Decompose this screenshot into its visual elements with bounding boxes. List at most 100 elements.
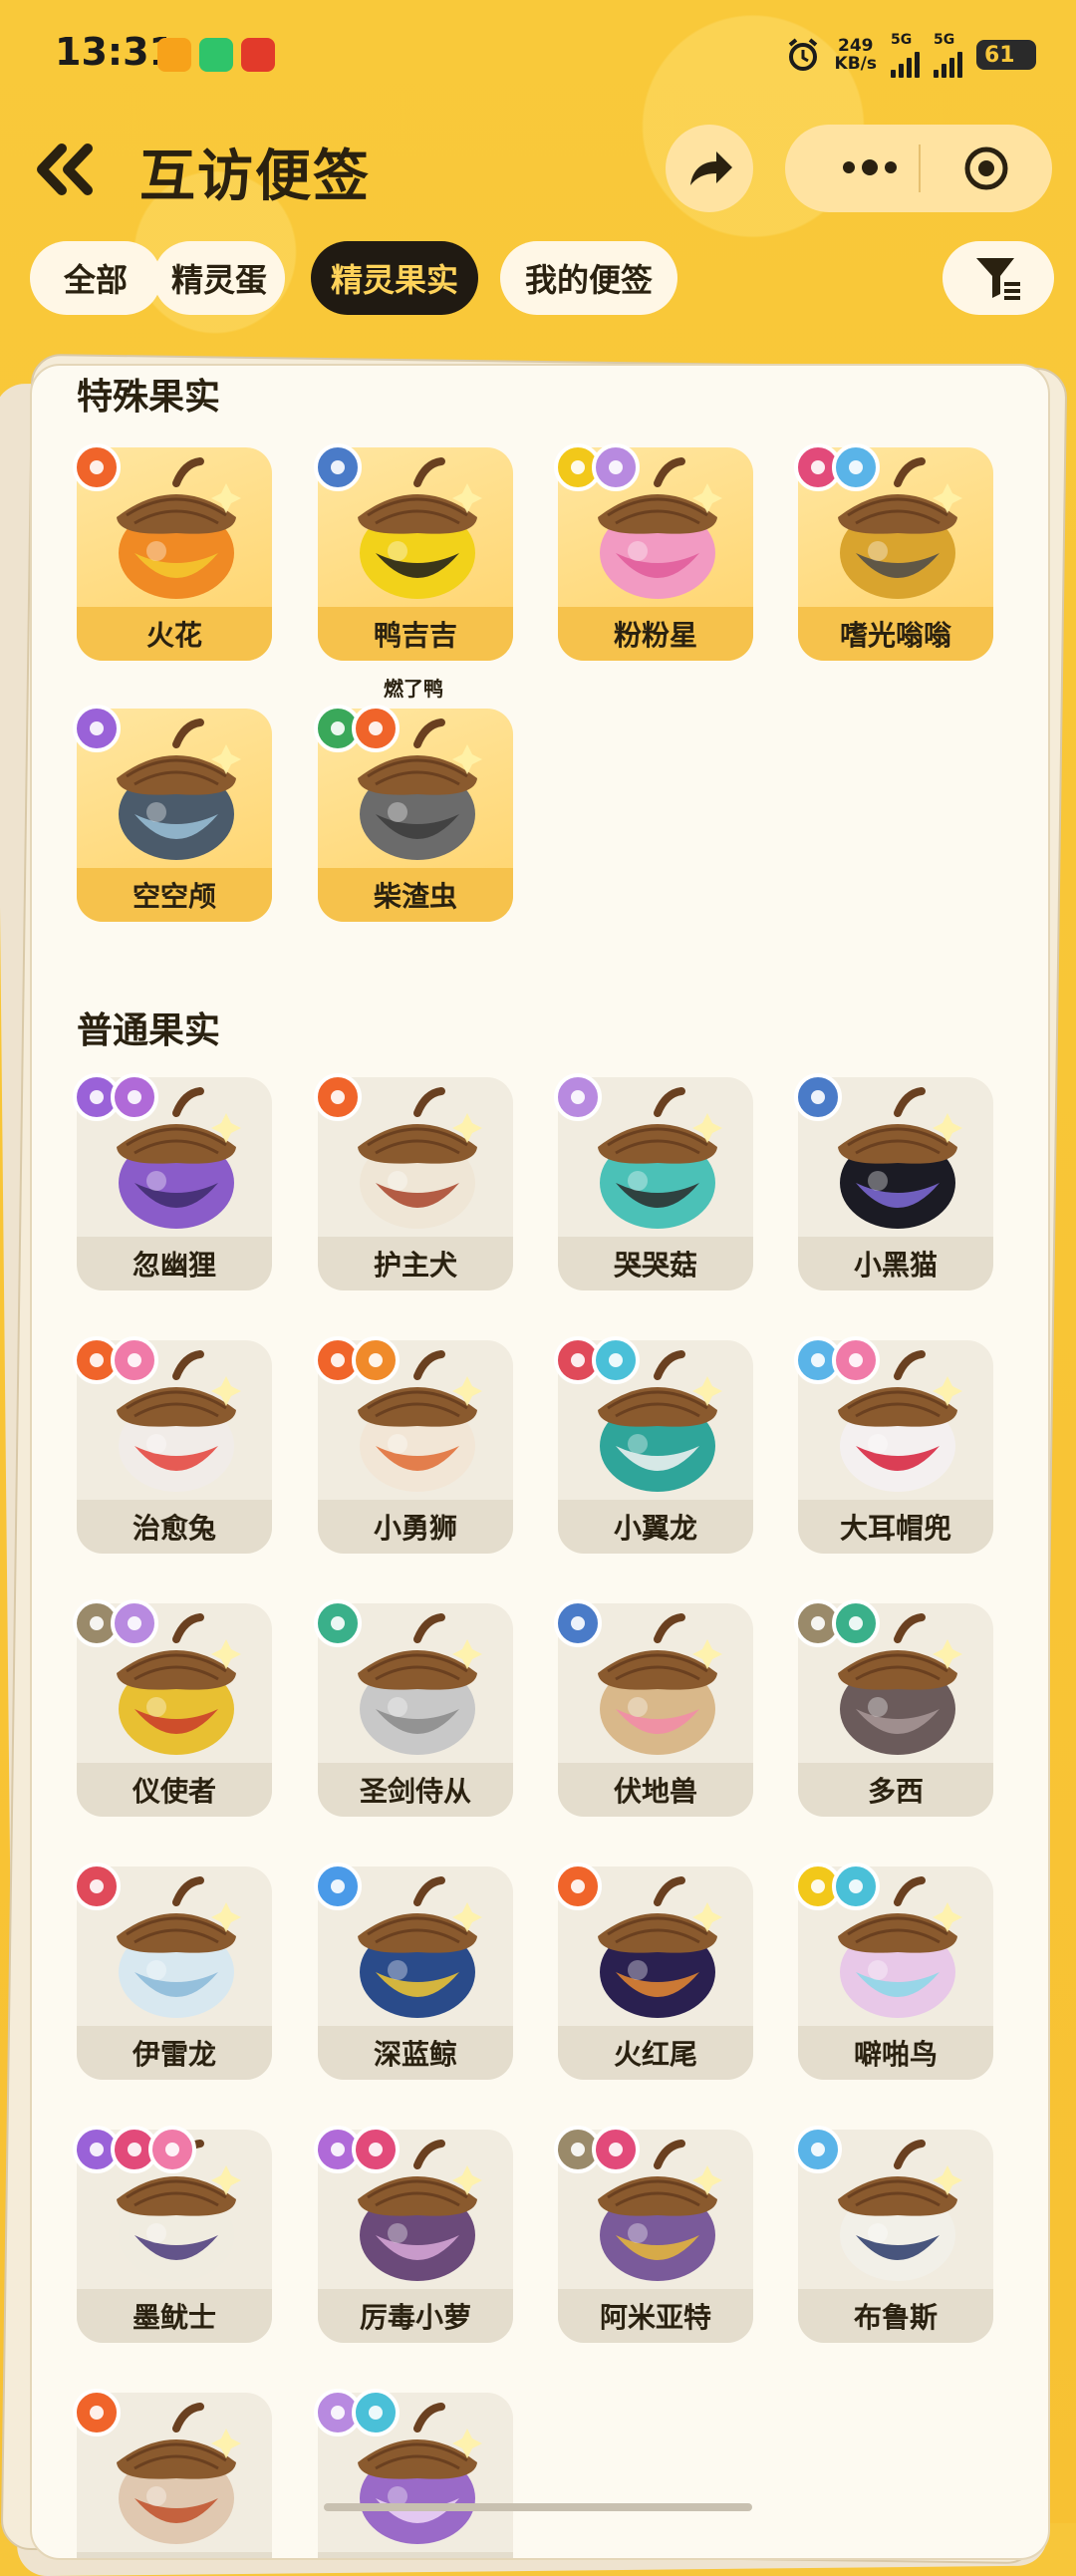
fruit-card[interactable]: 仪使者 [73, 1599, 272, 1817]
fruit-card[interactable]: 粉粉星 [554, 443, 753, 661]
tab-spirit-fruits[interactable]: 精灵果实 [311, 241, 478, 315]
type-badges [73, 1336, 158, 1384]
share-button[interactable] [666, 125, 753, 212]
type-badges [554, 443, 640, 491]
star-icon [794, 1073, 842, 1121]
normal-section-title: 普通果实 [77, 1010, 221, 1051]
fruit-name: 噼啪鸟 [798, 2026, 993, 2080]
fruit-name: 伊雷龙 [77, 2026, 272, 2080]
fruit-card[interactable]: 小翼龙 [554, 1336, 753, 1554]
fruit-card[interactable]: 空空颅 [73, 705, 272, 922]
type-badges [73, 1073, 158, 1121]
demon-icon [592, 2126, 640, 2173]
acorn-fruit-icon [838, 2140, 962, 2281]
double-chevron-left-icon[interactable] [30, 135, 100, 204]
more-dots-icon[interactable] [825, 152, 915, 182]
page-title: 互访便签 [139, 144, 371, 209]
fruit-card[interactable]: 多西 [794, 1599, 993, 1817]
fruit-card[interactable]: 哭哭菇 [554, 1073, 753, 1290]
alarm-icon [788, 38, 817, 71]
fruit-name: 深蓝鲸 [318, 2026, 513, 2080]
fruit-card[interactable]: 火花 [73, 443, 272, 661]
network-speed: 249 KB/s [834, 36, 877, 74]
fruit-name: 鸭吉吉 [318, 607, 513, 661]
snowflake-icon [832, 443, 880, 491]
fruit-name: 空空颅 [77, 868, 272, 922]
fruit-card[interactable]: 圣剑侍从 [314, 1599, 513, 1817]
fruit-name: 小翼龙 [558, 1500, 753, 1554]
type-badges [73, 2389, 121, 2436]
fruit-card[interactable]: 火红尾 [554, 1862, 753, 2080]
gear-icon [314, 1599, 362, 1647]
status-right: 249 KB/s 5G 5G 61 [785, 32, 1036, 78]
tab-spirit-eggs[interactable]: 精灵蛋 [153, 241, 285, 315]
fruit-name: 粉粉星 [558, 607, 753, 661]
fruit-card[interactable]: 忽幽狸 [73, 1073, 272, 1290]
signal-2: 5G [934, 32, 962, 78]
fist-icon [352, 1336, 400, 1384]
fruit-panel[interactable]: 特殊果实 普通果实 燃了鸭 火花 鸭吉吉 粉粉星 嗜光嗡嗡 空空颅 柴渣虫 忽幽狸 护主犬 哭哭… [30, 364, 1050, 2560]
type-badges [73, 443, 121, 491]
snowflake-icon [794, 2126, 842, 2173]
fruit-card[interactable]: 布鲁斯 [794, 2126, 993, 2343]
wing-icon [592, 1336, 640, 1384]
swirl-icon [111, 1599, 158, 1647]
app-notification-icon [241, 38, 275, 72]
dragon-icon [73, 1862, 121, 1910]
fruit-card[interactable]: 厉毒小萝 [314, 2126, 513, 2343]
fruit-name: 哭哭菇 [558, 1237, 753, 1290]
fruit-name: 布鲁斯 [798, 2289, 993, 2343]
type-badges [314, 1073, 362, 1121]
fruit-name: 圣剑侍从 [318, 1763, 513, 1817]
type-badges [314, 1336, 400, 1384]
swirl-icon [554, 1073, 602, 1121]
fruit-card[interactable]: 伏地兽 [554, 1599, 753, 1817]
funnel-filter-icon [976, 258, 1020, 300]
fruit-card[interactable]: 小勇狮 [314, 1336, 513, 1554]
type-badges [314, 705, 400, 752]
fruit-name: 墨鱿士 [77, 2289, 272, 2343]
acorn-fruit-icon [117, 457, 241, 599]
fruit-card[interactable]: 柴渣虫 [314, 705, 513, 922]
fruit-name: 小勇狮 [318, 1500, 513, 1554]
type-badges [73, 705, 121, 752]
tab-all[interactable]: 全部 [30, 241, 161, 315]
miniapp-capsule [785, 125, 1052, 212]
fruit-card[interactable]: 噼啪鸟 [794, 1862, 993, 2080]
acorn-fruit-icon [117, 1876, 241, 2018]
signal-1: 5G [891, 32, 920, 78]
status-bar: 13:31 249 KB/s 5G 5G 61 [0, 0, 1076, 110]
fruit-card[interactable]: 伊雷龙 [73, 1862, 272, 2080]
star-icon [314, 443, 362, 491]
acorn-fruit-icon [358, 457, 482, 599]
target-circle-icon[interactable] [962, 144, 1010, 192]
fruit-card[interactable]: 鸭吉吉 [314, 443, 513, 661]
heart-icon [148, 2126, 196, 2173]
fire-icon [554, 1862, 602, 1910]
acorn-fruit-icon [358, 1613, 482, 1755]
filter-button[interactable] [942, 241, 1054, 315]
fire-icon [73, 2389, 121, 2436]
type-badges [794, 1599, 880, 1647]
acorn-fruit-icon [838, 1087, 962, 1229]
star-icon [554, 1599, 602, 1647]
fruit-card[interactable]: 嗜光嗡嗡 [794, 443, 993, 661]
fire-icon [352, 705, 400, 752]
fruit-card[interactable] [73, 2389, 272, 2558]
fruit-card[interactable]: 治愈兔 [73, 1336, 272, 1554]
acorn-fruit-icon [117, 2403, 241, 2544]
fruit-name: 火红尾 [558, 2026, 753, 2080]
fruit-card[interactable]: 深蓝鲸 [314, 1862, 513, 2080]
fruit-name: 仪使者 [77, 1763, 272, 1817]
fruit-card[interactable]: 大耳帽兜 [794, 1336, 993, 1554]
fire-icon [73, 443, 121, 491]
fruit-card[interactable]: 护主犬 [314, 1073, 513, 1290]
fruit-card[interactable] [314, 2389, 513, 2558]
type-badges [314, 1599, 362, 1647]
fruit-card[interactable]: 墨鱿士 [73, 2126, 272, 2343]
heart-icon [832, 1336, 880, 1384]
fruit-card[interactable]: 阿米亚特 [554, 2126, 753, 2343]
type-badges [554, 1862, 602, 1910]
fruit-card[interactable]: 小黑猫 [794, 1073, 993, 1290]
tab-my-notes[interactable]: 我的便签 [500, 241, 677, 315]
